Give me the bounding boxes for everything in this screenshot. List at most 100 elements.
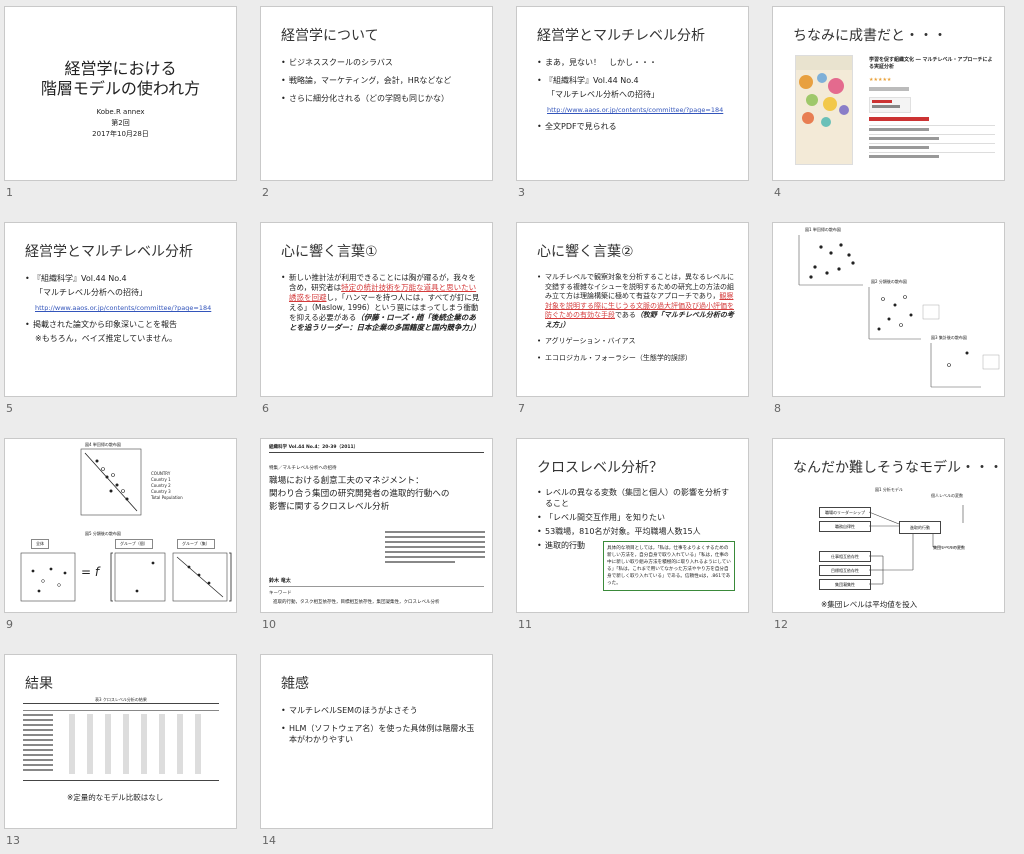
slide-title: 経営学とマルチレベル分析 bbox=[25, 244, 193, 260]
note-text: ※もちろん，ベイズ推定していません。 bbox=[35, 334, 177, 343]
bullet-item: 「レベル間交互作用」を知りたい bbox=[537, 512, 736, 523]
subtitle-line: Kobe.R annex bbox=[96, 108, 145, 116]
slide-thumbnail-4[interactable]: ちなみに成書だと・・・ 学習を促す組織文化 ― マルチレベル・アプローチによる実… bbox=[772, 6, 1007, 199]
slide-thumbnail-14[interactable]: 雑感 マルチレベルSEMのほうがよさそう HLM（ソフトウェア名）を使った具体例… bbox=[260, 654, 495, 847]
keyword-label: キーワード bbox=[269, 591, 292, 596]
panel-label: グループ（集） bbox=[177, 539, 215, 549]
quote-bullet: 新しい推計法が利用できることには胸が躍るが，我々を含め，研究者は特定の統計技術を… bbox=[281, 273, 480, 333]
header-rule bbox=[269, 452, 484, 453]
model-node: 仕事相互依存性 bbox=[819, 551, 871, 562]
slide-title: 経営学における 階層モデルの使われ方 bbox=[40, 59, 201, 98]
bullet-item: レベルの異なる変数（集団と個人）の影響を分析すること bbox=[537, 487, 736, 509]
slide-thumbnail-2[interactable]: 経営学について ビジネススクールのシラバス 戦略論，マーケティング，会計，HRな… bbox=[260, 6, 495, 199]
note-text: ※定量的なモデル比較はなし bbox=[67, 793, 164, 802]
slide-thumbnail-11[interactable]: クロスレベル分析？ レベルの異なる変数（集団と個人）の影響を分析すること 「レベ… bbox=[516, 438, 751, 631]
seller-table bbox=[869, 117, 995, 161]
slide-thumbnail-8[interactable]: 図1 単回帰の散布図 図2 分類後の散布図 図3 集計後の散布図 8 bbox=[772, 222, 1007, 415]
bullet-item: さらに細分化される（どの学問も同じかな） bbox=[281, 93, 480, 104]
sub-item: 「マルチレベル分析への招待」 bbox=[35, 288, 147, 297]
bullet-item: エコロジカル・フォーラシー（生態学的誤謬） bbox=[537, 354, 736, 364]
sub-item: 「マルチレベル分析への招待」 bbox=[547, 90, 659, 99]
panel-label: 全体 bbox=[31, 539, 49, 549]
model-node: 進取的行動 bbox=[899, 521, 941, 534]
slide-number: 2 bbox=[262, 186, 269, 199]
bullet-item: 53職場，810名が対象。平均職場人数15人 bbox=[537, 526, 736, 537]
slide-thumbnail-10[interactable]: 組織科学 Vol.44 No.4：20-39（2011） 特集／マルチレベル分析… bbox=[260, 438, 495, 631]
slide-thumbnail-13[interactable]: 結果 表3 クロスレベル分析の結果 ※定量的なモデル比較はなし 13 bbox=[4, 654, 239, 847]
slide-number: 10 bbox=[262, 618, 276, 631]
slide-thumbnail-1[interactable]: 経営学における 階層モデルの使われ方 Kobe.R annex 第2回 2017… bbox=[4, 6, 239, 199]
scatter-plot-2 bbox=[868, 287, 940, 340]
slide-thumbnail-3[interactable]: 経営学とマルチレベル分析 まあ，見ない！ しかし・・・ 『組織科学』Vol.44… bbox=[516, 6, 751, 199]
legend-entry: Total Population bbox=[151, 495, 183, 500]
slide-title: 心に響く言葉② bbox=[537, 244, 634, 260]
slide-thumbnail-5[interactable]: 経営学とマルチレベル分析 『組織科学』Vol.44 No.4 「マルチレベル分析… bbox=[4, 222, 239, 415]
scatter-plot-1 bbox=[798, 235, 863, 286]
panel-scatter-3 bbox=[172, 552, 232, 602]
slide-thumbnail-6[interactable]: 心に響く言葉① 新しい推計法が利用できることには胸が躍るが，我々を含め，研究者は… bbox=[260, 222, 495, 415]
note-text: ※集団レベルは平均値を投入 bbox=[821, 600, 918, 609]
bullet-item: ビジネススクールのシラバス bbox=[281, 57, 480, 68]
slide-number: 14 bbox=[262, 834, 276, 847]
model-node: 集団凝集性 bbox=[819, 579, 871, 590]
bullet-item: アグリゲーション・バイアス bbox=[537, 337, 736, 347]
quote-bullet: マルチレベルで観察対象を分析することは，異なるレベルに交錯する複雑なイシューを説… bbox=[537, 273, 736, 330]
quote-text: マルチレベルで観察対象を分析することは，異なるレベルに交錯する複雑なイシューを説… bbox=[545, 273, 734, 300]
book-title: 学習を促す組織文化 ― マルチレベル・アプローチによる実証分析 bbox=[869, 57, 993, 70]
chart-legend: COUNTRY Country 1 Country 2 Country 3 To… bbox=[151, 471, 183, 501]
slide-number: 3 bbox=[518, 186, 525, 199]
model-node: 職務自律性 bbox=[819, 521, 871, 532]
article-link[interactable]: http://www.aaos.or.jp/contents/committee… bbox=[537, 105, 736, 116]
model-node: 目標相互依存性 bbox=[819, 565, 871, 576]
bullet-item: 進取的行動 bbox=[537, 540, 595, 551]
quote-text: である bbox=[615, 311, 636, 319]
slide-title: ちなみに成書だと・・・ bbox=[793, 28, 947, 44]
slide-number: 9 bbox=[6, 618, 13, 631]
bullet-item: 全文PDFで見られる bbox=[537, 121, 736, 132]
subtitle-line: 第2回 bbox=[111, 119, 130, 127]
bullet-item: まあ，見ない！ しかし・・・ bbox=[537, 57, 736, 68]
slide-number: 5 bbox=[6, 402, 13, 415]
special-issue-tag: 特集／マルチレベル分析への招待 bbox=[269, 466, 337, 471]
scatter-plot-3 bbox=[930, 343, 1000, 388]
subtitle-line: 2017年10月28日 bbox=[92, 130, 149, 138]
regression-scatter bbox=[80, 448, 142, 516]
slide-title: 経営学とマルチレベル分析 bbox=[537, 28, 705, 44]
slide-thumbnail-9[interactable]: 図4 単回帰の散布図 COUNTRY Country 1 Country 2 C… bbox=[4, 438, 239, 631]
journal-header: 組織科学 Vol.44 No.4：20-39（2011） bbox=[269, 445, 359, 450]
slide-title: クロスレベル分析？ bbox=[537, 460, 663, 476]
model-diagram-arrows bbox=[868, 505, 964, 585]
slide-number: 7 bbox=[518, 402, 525, 415]
abstract-block bbox=[385, 531, 485, 566]
figure-caption: 図5 分類後の散布図 bbox=[85, 531, 121, 536]
paper-title: 職場における創意工夫のマネジメント： 関わり合う集団の研究開発者の進取的行動への… bbox=[269, 476, 450, 512]
bullet-item: 戦略論，マーケティング，会計，HRなどなど bbox=[281, 75, 480, 86]
panel-scatter-1 bbox=[20, 552, 76, 602]
slide-title: 結果 bbox=[25, 676, 53, 692]
bullet-item: HLM（ソフトウェア名）を使った具体例は階層水玉本がわかりやすい bbox=[281, 723, 480, 745]
article-link[interactable]: http://www.aaos.or.jp/contents/committee… bbox=[25, 303, 224, 314]
slide-title: 心に響く言葉① bbox=[281, 244, 378, 260]
slide-title: 経営学について bbox=[281, 28, 379, 44]
keywords: 進取的行動，タスク相互依存性，目標相互依存性，集団凝集性，クロスレベル分析 bbox=[273, 600, 440, 605]
slide-title: 雑感 bbox=[281, 676, 309, 692]
bullet-item: マルチレベルSEMのほうがよさそう bbox=[281, 705, 480, 716]
slide-number: 11 bbox=[518, 618, 532, 631]
slide-thumbnail-7[interactable]: 心に響く言葉② マルチレベルで観察対象を分析することは，異なるレベルに交錯する複… bbox=[516, 222, 751, 415]
book-cover-image bbox=[795, 55, 853, 165]
model-node: 職場のリーダーシップ bbox=[819, 507, 871, 518]
panel-label: グループ（個） bbox=[115, 539, 153, 549]
panel-scatter-2 bbox=[110, 552, 166, 602]
bullet-item: 『組織科学』Vol.44 No.4 bbox=[537, 75, 736, 86]
slide-number: 13 bbox=[6, 834, 20, 847]
bullet-item: 掲載された論文から印象深いことを報告 bbox=[25, 319, 224, 330]
slide-number: 4 bbox=[774, 186, 781, 199]
results-table bbox=[23, 703, 219, 781]
slide-number: 12 bbox=[774, 618, 788, 631]
equation-symbol: = f bbox=[81, 565, 100, 579]
slide-number: 8 bbox=[774, 402, 781, 415]
slide-number: 1 bbox=[6, 186, 13, 199]
slide-thumbnail-12[interactable]: なんだか難しそうなモデル・・・ 図1 分析モデル 個人レベルの変数 職場のリーダ… bbox=[772, 438, 1007, 631]
price-box bbox=[869, 97, 911, 113]
slide-number: 6 bbox=[262, 402, 269, 415]
